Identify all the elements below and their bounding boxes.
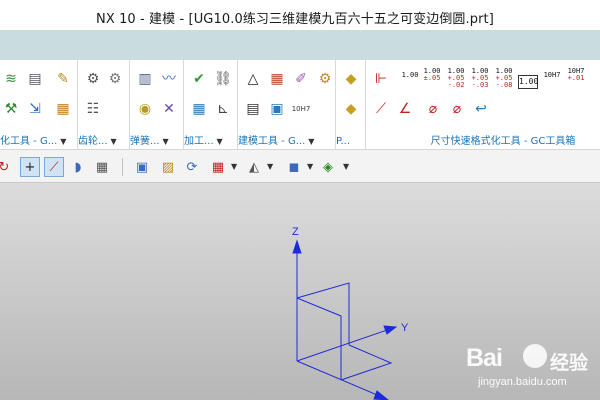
- title-bar: NX 10 - 建模 - [UG10.0练习三维建模九百六十五之可变边倒圆.pr…: [0, 0, 600, 30]
- dim-format-button-5[interactable]: 1.00 +.05 -.08: [494, 68, 514, 90]
- y-axis-arrow: [383, 325, 398, 335]
- dim-format-button-8[interactable]: 10H7 +.01: [566, 68, 586, 90]
- z-axis-arrow: [292, 239, 302, 254]
- wrench-icon[interactable]: ⚒: [2, 100, 20, 118]
- sheet-icon[interactable]: ▤: [244, 100, 262, 118]
- plane-zx: [296, 297, 342, 380]
- window-title: NX 10 - 建模 - [UG10.0练习三维建模九百六十五之可变边倒圆.pr…: [96, 12, 494, 27]
- ribbon-group-dimension-format: ⊩ 1.00 1.00 ±.05 1.00 +.05 -.02 1.00 +.05 -…: [366, 60, 600, 150]
- disc-spring-icon[interactable]: ◉: [136, 100, 154, 118]
- watermark-url: jingyan.baidu.com: [478, 376, 567, 388]
- shaded-cube-icon[interactable]: ◼: [284, 157, 304, 177]
- grid-icon[interactable]: ▦: [268, 70, 286, 88]
- chevron-down-icon[interactable]: ▼: [343, 162, 349, 171]
- dim-format-button-1[interactable]: 1.00: [400, 72, 420, 94]
- chain-icon[interactable]: ⛓: [214, 70, 232, 88]
- pencil-box-icon[interactable]: ✎: [54, 70, 72, 88]
- triangle-icon[interactable]: △: [244, 70, 262, 88]
- ribbon-group-machining: ✔ ⛓ ▦ ⊾ 加工... ▼: [184, 60, 238, 150]
- x-axis-line: [296, 360, 383, 398]
- view-triad-icon[interactable]: ◗: [68, 157, 88, 177]
- plane-xy: [340, 344, 393, 381]
- watermark-text: 经验: [550, 352, 589, 374]
- dim-format-button-2[interactable]: 1.00 ±.05: [422, 68, 442, 90]
- toolbar-separator: [122, 158, 123, 176]
- delete-spring-icon[interactable]: ✕: [160, 100, 178, 118]
- check-icon[interactable]: ✔: [190, 70, 208, 88]
- crosshair-icon[interactable]: +: [20, 157, 40, 177]
- baidu-watermark: Bai 经验 jingyan.baidu.com: [466, 340, 596, 398]
- cubes-alt-icon[interactable]: ◆: [342, 100, 360, 118]
- paw-icon: [523, 344, 547, 368]
- chevron-down-icon[interactable]: ▼: [231, 162, 237, 171]
- view-toolbar: ↻ + ⟋ ◗ ▦ ▣ ▨ ⟳ ▦ ▼ ◭ ▼ ◼ ▼ ◈ ▼: [0, 150, 600, 183]
- ribbon-group-label[interactable]: 化工具 - G... ▼: [0, 132, 77, 147]
- y-axis-label: Y: [401, 322, 409, 334]
- grid-select-icon[interactable]: ▦: [92, 157, 112, 177]
- ribbon-group-modeling-tools: △ ▦ ✐ ⚙ ▤ ▣ 10H7 建模工具 - G... ▼: [238, 60, 336, 150]
- ribbon-group-spring: ▥ 〰 ◉ ✕ 弹簧... ▼: [130, 60, 184, 150]
- diameter-alt-icon[interactable]: ⌀: [448, 100, 466, 118]
- mid-button-label: 10H7: [291, 104, 311, 113]
- cylinder-icon[interactable]: ▥: [136, 70, 154, 88]
- rotate-icon[interactable]: ⟳: [182, 157, 202, 177]
- edit-icon[interactable]: ✐: [292, 70, 310, 88]
- line-select-icon[interactable]: ⟋: [44, 157, 64, 177]
- ribbon-group-gc-tools: ≋ ▤ ✎ ⚒ ⇲ ▦ 化工具 - G... ▼: [0, 60, 78, 150]
- x-axis-arrow: [373, 390, 389, 400]
- render-style-icon[interactable]: ▦: [208, 157, 228, 177]
- dim-format-button-4[interactable]: 1.00 +.05 -.03: [470, 68, 490, 90]
- ribbon-group-gear: ⚙ ⚙ ☷ 齿轮... ▼: [78, 60, 130, 150]
- ribbon-group-label[interactable]: 齿轮... ▼: [78, 132, 129, 147]
- gear-pair-icon[interactable]: ⚙: [84, 70, 102, 88]
- dim-format-button-6[interactable]: 1.00: [518, 75, 538, 89]
- watermark-logo: Bai: [466, 344, 503, 372]
- tolerance-icon[interactable]: 10H7: [291, 100, 311, 118]
- building-icon[interactable]: ▦: [54, 100, 72, 118]
- ribbon-group-label[interactable]: P...: [336, 136, 365, 147]
- pan-icon[interactable]: ▨: [158, 157, 178, 177]
- z-axis-label: Z: [292, 226, 299, 238]
- gears-icon[interactable]: ⚙: [316, 70, 334, 88]
- display-mode-icon[interactable]: ◈: [318, 157, 338, 177]
- ribbon-group-label[interactable]: 尺寸快速格式化工具 - GC工具箱: [366, 132, 600, 147]
- gear-rack-icon[interactable]: ⚙: [106, 70, 124, 88]
- cubes-icon[interactable]: ◆: [342, 70, 360, 88]
- dim-format-button-3[interactable]: 1.00 +.05 -.02: [446, 68, 466, 90]
- dimension-style-icon[interactable]: ⊩: [372, 70, 390, 88]
- arrow-box-icon[interactable]: ⇲: [26, 100, 44, 118]
- angle-dimension-icon[interactable]: ∠: [396, 100, 414, 118]
- calendar-icon[interactable]: ▣: [268, 100, 286, 118]
- stack-icon[interactable]: ▤: [26, 70, 44, 88]
- measure-icon[interactable]: ⊾: [214, 100, 232, 118]
- ribbon-group-label[interactable]: 加工... ▼: [184, 132, 237, 147]
- chevron-down-icon[interactable]: ▼: [267, 162, 273, 171]
- refresh-icon[interactable]: ↻: [0, 157, 14, 177]
- dim-format-button-7[interactable]: 10H7: [542, 72, 562, 94]
- gear-list-icon[interactable]: ☷: [84, 100, 102, 118]
- slash-dimension-icon[interactable]: ⟋: [372, 100, 390, 118]
- table-icon[interactable]: ▦: [190, 100, 208, 118]
- diameter-icon[interactable]: ⌀: [424, 100, 442, 118]
- undo-arrow-icon[interactable]: ↩: [472, 100, 490, 118]
- ribbon: ≋ ▤ ✎ ⚒ ⇲ ▦ 化工具 - G... ▼ ⚙ ⚙ ☷ 齿轮... ▼ ▥ 〰…: [0, 60, 600, 150]
- spring-icon[interactable]: 〰: [160, 70, 178, 88]
- ribbon-group-label[interactable]: 建模工具 - G... ▼: [238, 132, 335, 147]
- layers-icon[interactable]: ≋: [2, 70, 20, 88]
- zoom-window-icon[interactable]: ▣: [132, 157, 152, 177]
- ribbon-group-p: ◆ ◆ P...: [336, 60, 366, 150]
- orient-view-icon[interactable]: ◭: [244, 157, 264, 177]
- chevron-down-icon[interactable]: ▼: [307, 162, 313, 171]
- ribbon-group-label[interactable]: 弹簧... ▼: [130, 132, 183, 147]
- ribbon-tab-bar: [0, 30, 600, 60]
